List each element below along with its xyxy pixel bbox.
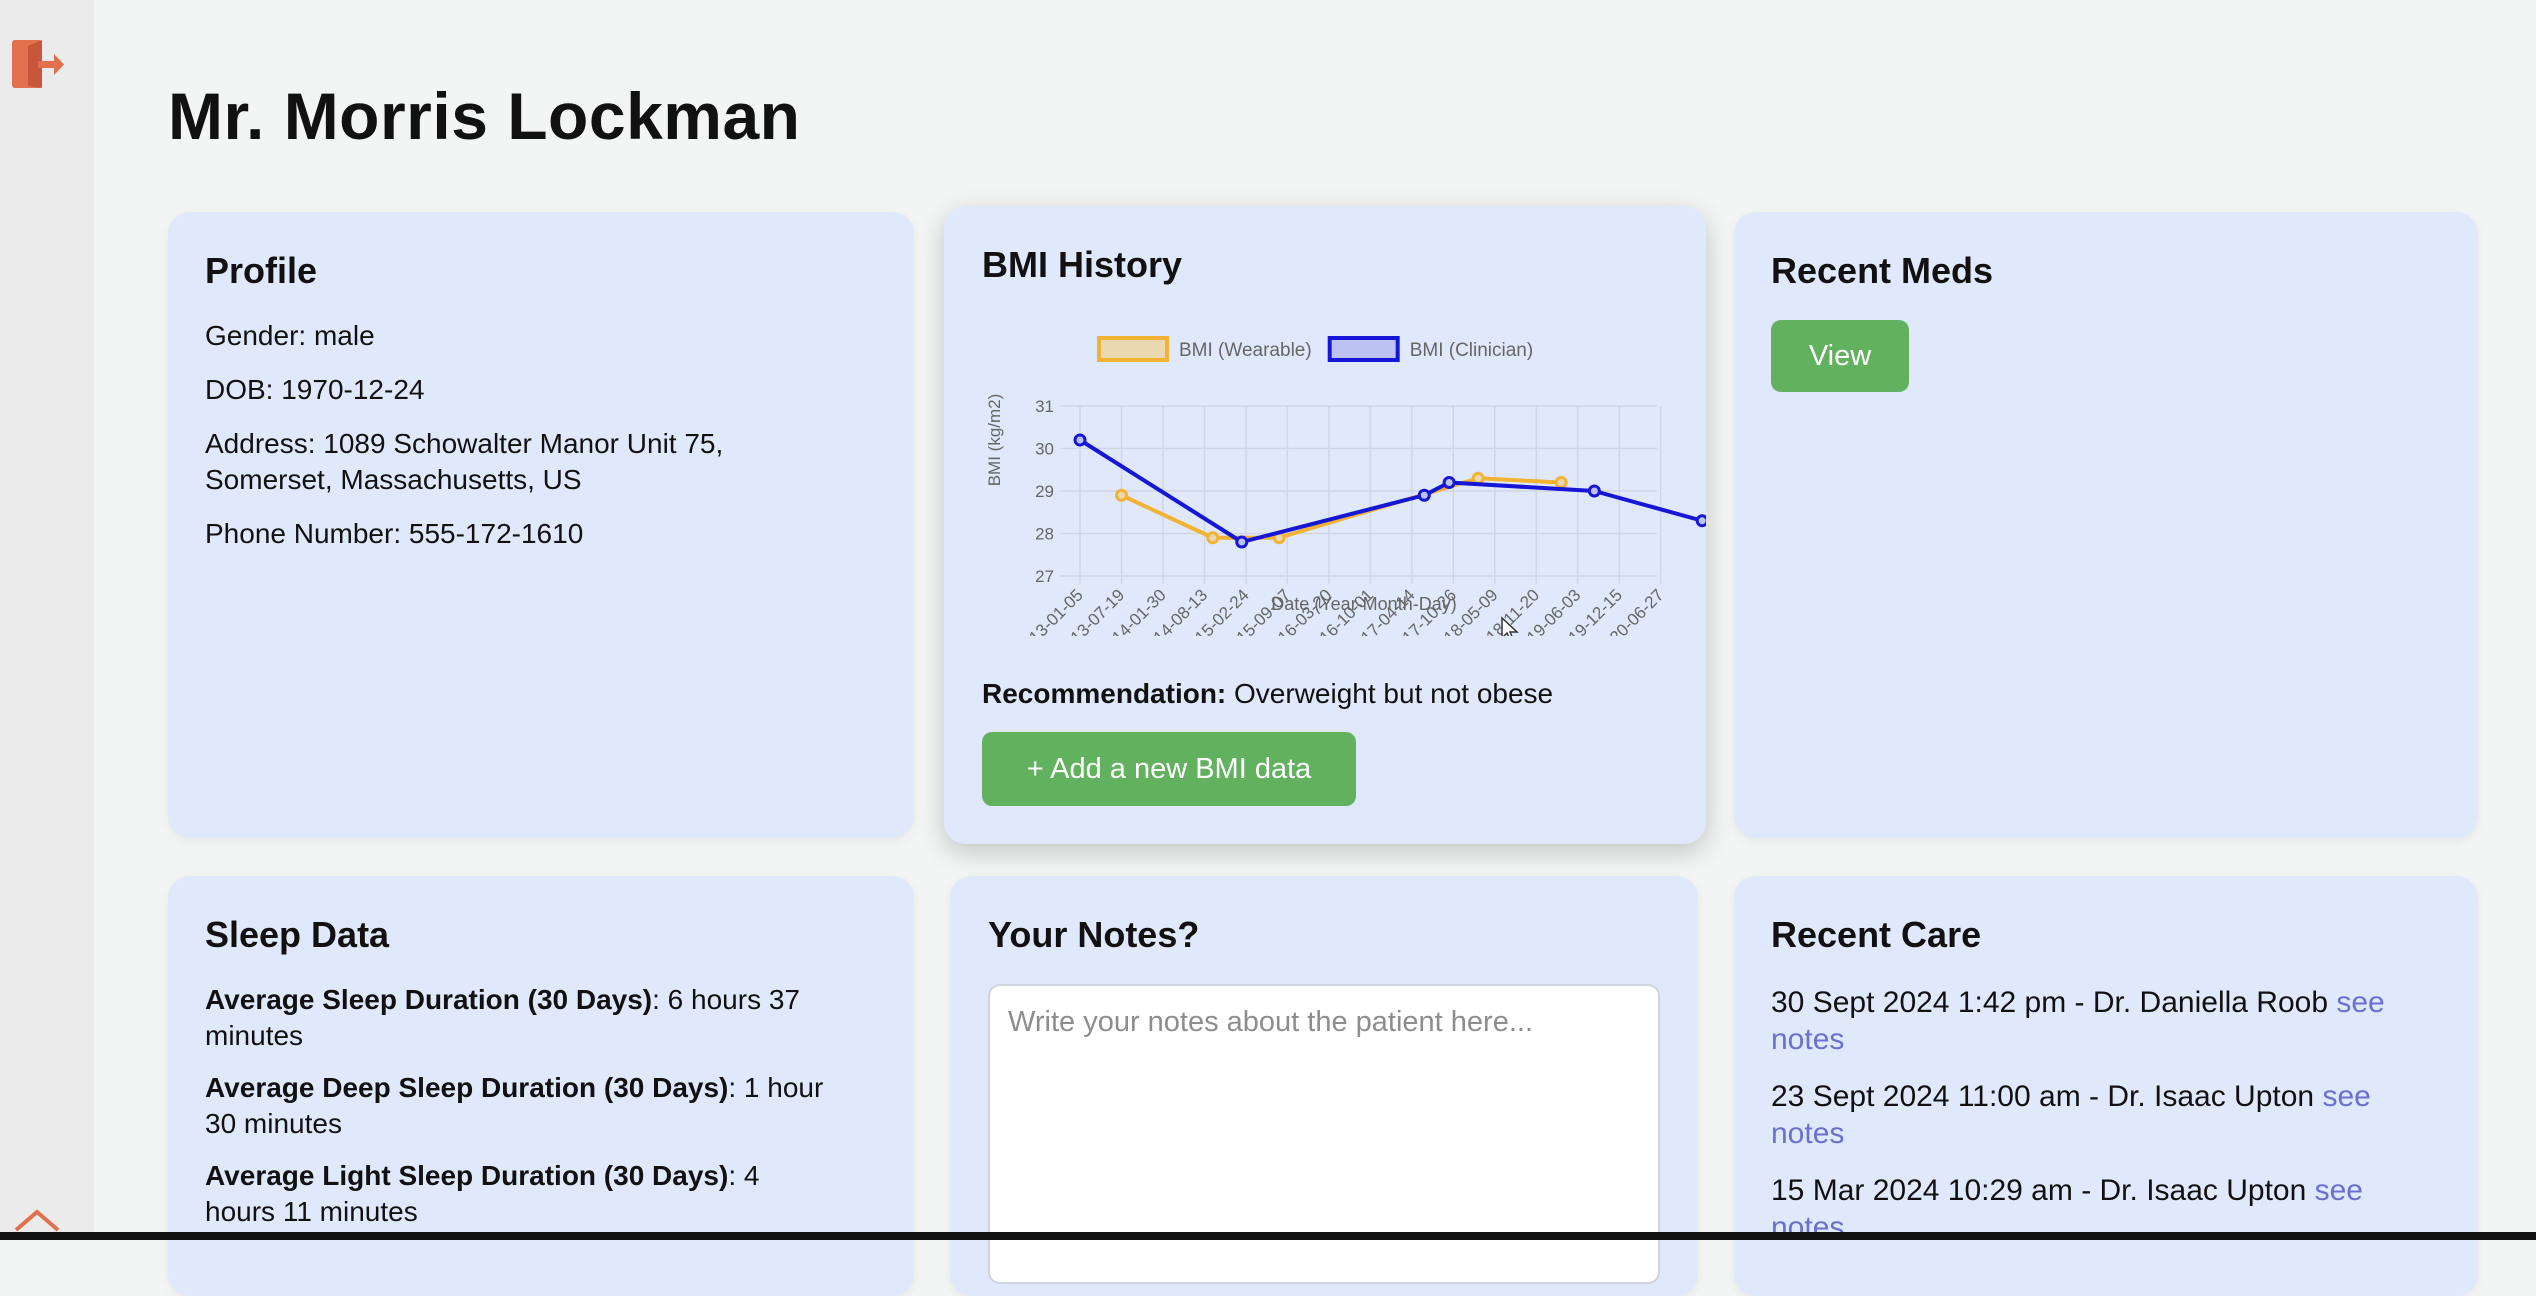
chart-grid <box>1060 405 1662 584</box>
y-tick-label: 31 <box>1035 397 1054 416</box>
legend-swatch <box>1327 336 1400 362</box>
y-tick-label: 30 <box>1035 440 1054 459</box>
chart-y-axis-label: BMI (kg/m2) <box>985 394 1004 487</box>
profile-address-line2: Somerset, Massachusetts, US <box>205 464 582 495</box>
view-meds-button[interactable]: View <box>1771 320 1909 392</box>
data-point <box>1695 514 1706 528</box>
data-point <box>1442 476 1456 489</box>
y-tick-label: 28 <box>1035 525 1054 544</box>
care-item: 30 Sept 2024 1:42 pm - Dr. Daniella Roob… <box>1771 986 2385 1056</box>
data-point <box>1235 535 1249 549</box>
y-tick-label: 27 <box>1035 567 1054 586</box>
add-bmi-button[interactable]: + Add a new BMI data <box>982 732 1356 806</box>
bmi-title: BMI History <box>982 244 1183 285</box>
data-point <box>1587 484 1601 498</box>
chart-y-ticks: 27 28 29 30 31 <box>1035 397 1054 586</box>
profile-card: Profile Gender: male DOB: 1970-12-24 Add… <box>168 212 914 838</box>
data-point <box>1417 488 1431 502</box>
sidebar <box>0 0 94 1240</box>
bmi-chart: BMI (Wearable) BMI (Clinician) 27 28 29 30 31… <box>985 336 1706 636</box>
page-title: Mr. Morris Lockman <box>168 79 801 153</box>
data-point <box>1554 476 1568 489</box>
y-tick-label: 29 <box>1035 482 1054 501</box>
recent-meds-title: Recent Meds <box>1771 250 1994 291</box>
care-item: 23 Sept 2024 11:00 am - Dr. Isaac Upton … <box>1771 1080 2371 1150</box>
profile-address-line1: Address: 1089 Schowalter Manor Unit 75, <box>205 428 724 459</box>
legend-label: BMI (Wearable) <box>1179 340 1312 361</box>
data-point <box>1471 471 1485 485</box>
sleep-duration: Average Sleep Duration (30 Days): 6 hour… <box>205 984 800 1051</box>
legend-swatch <box>1097 336 1169 362</box>
recommendation-label: Recommendation: <box>982 678 1227 709</box>
home-icon[interactable] <box>12 1208 62 1248</box>
light-sleep-duration: Average Light Sleep Duration (30 Days): … <box>205 1160 760 1227</box>
profile-phone: Phone Number: 555-172-1610 <box>205 518 584 549</box>
screen-bottom-bar <box>0 1232 2536 1240</box>
bmi-recommendation: Recommendation: Overweight but not obese <box>982 676 1553 712</box>
notes-title: Your Notes? <box>988 914 1200 955</box>
profile-gender: Gender: male <box>205 320 375 351</box>
profile-dob: DOB: 1970-12-24 <box>205 374 425 405</box>
legend-label: BMI (Clinician) <box>1410 340 1534 361</box>
data-point <box>1073 433 1087 447</box>
sleep-title: Sleep Data <box>205 914 390 955</box>
logout-icon[interactable] <box>10 36 66 92</box>
recent-care-title: Recent Care <box>1771 914 1982 955</box>
data-point <box>1206 531 1220 545</box>
bmi-card: BMI History BMI (Wearable) BMI (Clinician… <box>944 206 1706 844</box>
recommendation-value: Overweight but not obese <box>1226 678 1554 709</box>
profile-title: Profile <box>205 250 318 291</box>
data-point <box>1114 488 1128 502</box>
chart-x-axis-label: Date (Year-Month-Day) <box>1271 594 1456 614</box>
deep-sleep-duration: Average Deep Sleep Duration (30 Days): 1… <box>205 1072 824 1139</box>
recent-meds-card: Recent Meds View <box>1734 212 2478 838</box>
chart-legend: BMI (Wearable) BMI (Clinician) <box>1097 336 1534 362</box>
